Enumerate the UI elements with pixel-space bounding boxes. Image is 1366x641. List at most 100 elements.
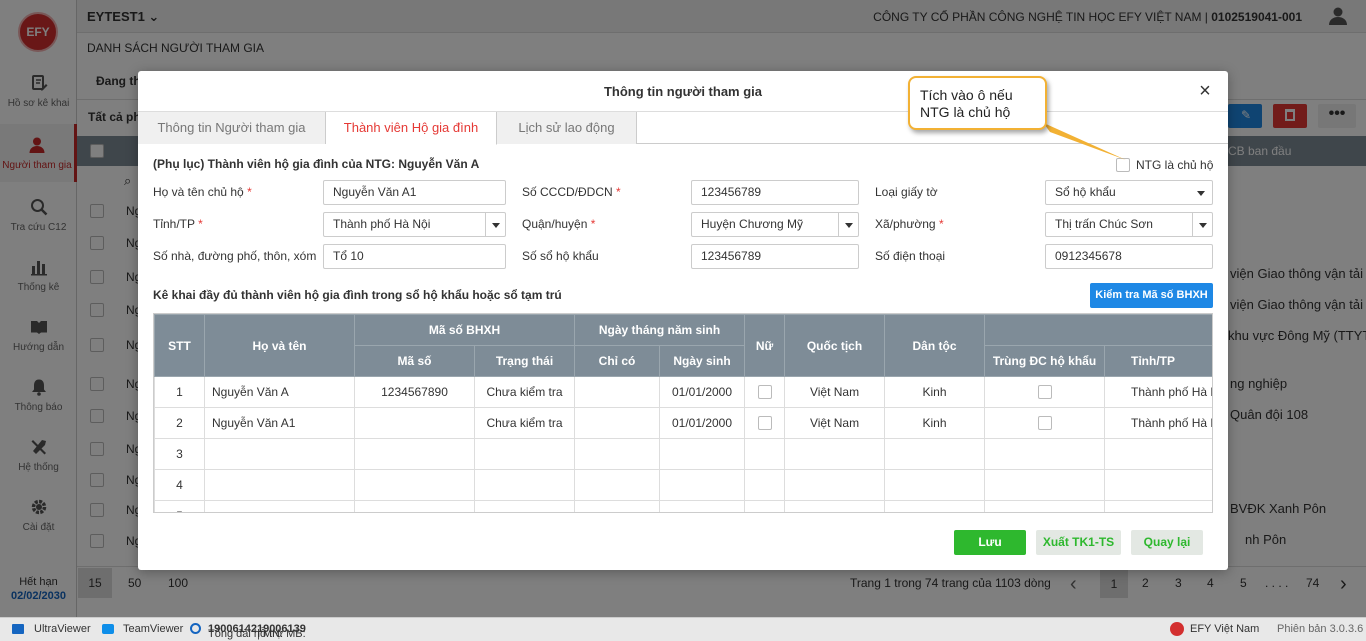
cell-quoc-tich[interactable] [784, 500, 886, 512]
cell-nu [744, 376, 786, 408]
teamviewer-icon [102, 624, 114, 634]
cell-chi-co[interactable] [574, 469, 660, 501]
export-tk1-button[interactable]: Xuất TK1-TS [1036, 530, 1121, 555]
cell-tinh-tp[interactable] [1104, 500, 1212, 512]
cell-trung-dc[interactable] [984, 500, 1106, 512]
cell-ho-ten[interactable]: Nguyễn Văn A1 [204, 407, 355, 439]
cell-dan-toc[interactable]: Kinh [884, 407, 986, 439]
table-row[interactable]: 1 Nguyễn Văn A 1234567890 Chưa kiểm tra … [154, 376, 1212, 408]
chevron-down-icon [1192, 213, 1212, 236]
cell-ma-so[interactable] [354, 438, 475, 470]
cccd-input[interactable]: 123456789 [691, 180, 859, 205]
hotline: Tổng đài hỗ trợ MB: 19006142 | MN: 19006… [208, 623, 306, 640]
cell-stt: 2 [154, 407, 205, 439]
table-row[interactable]: 3 [154, 438, 1212, 470]
label-text: Quận/huyện [522, 217, 588, 231]
back-button[interactable]: Quay lại [1131, 530, 1203, 555]
tab-lich-su-lao-dong[interactable]: Lịch sử lao động [497, 112, 637, 144]
cell-trang-thai [474, 469, 575, 501]
cell-nu[interactable] [744, 438, 786, 470]
cell-ma-so[interactable]: 1234567890 [354, 376, 475, 408]
ho-ten-input[interactable]: Nguyễn Văn A1 [323, 180, 506, 205]
trung-dc-checkbox[interactable] [1037, 385, 1052, 400]
table-row[interactable]: 5 [154, 500, 1212, 512]
ultraviewer-icon [12, 624, 24, 634]
cell-dan-toc[interactable] [884, 469, 986, 501]
loai-giay-label: Loại giấy tờ [875, 185, 938, 199]
cell-chi-co[interactable] [574, 438, 660, 470]
table-row[interactable]: 2 Nguyễn Văn A1 Chưa kiểm tra 01/01/2000… [154, 407, 1212, 439]
tab-thong-tin-ntg[interactable]: Thông tin Người tham gia [138, 112, 326, 144]
cell-chi-co[interactable] [574, 407, 660, 439]
cell-ho-ten[interactable] [204, 438, 355, 470]
cell-tinh-tp[interactable] [1104, 469, 1212, 501]
cell-dan-toc[interactable] [884, 438, 986, 470]
cell-tinh-tp[interactable]: Thành phố Hà Nội [1104, 407, 1212, 439]
cell-ma-so[interactable] [354, 500, 475, 512]
cell-tinh-tp[interactable]: Thành phố Hà Nội [1104, 376, 1212, 408]
tinh-select[interactable]: Thành phố Hà Nội [323, 212, 506, 237]
required-mark: * [198, 217, 203, 231]
cell-quoc-tich[interactable] [784, 469, 886, 501]
cell-ngay-sinh[interactable] [658, 469, 746, 501]
cell-ngay-sinh[interactable]: 01/01/2000 [658, 407, 746, 439]
cell-chi-co[interactable] [574, 376, 660, 408]
cell-ho-ten[interactable] [204, 500, 355, 512]
cell-trung-dc[interactable] [984, 438, 1106, 470]
th-nu: Nữ [744, 314, 786, 377]
sdt-label: Số điện thoại [875, 249, 946, 263]
cell-ma-so[interactable] [354, 407, 475, 439]
cell-ho-ten[interactable]: Nguyễn Văn A [204, 376, 355, 408]
nu-checkbox[interactable] [757, 416, 772, 431]
cell-chi-co[interactable] [574, 500, 660, 512]
table-row[interactable]: 4 [154, 469, 1212, 501]
cell-trung-dc[interactable] [984, 469, 1106, 501]
cell-nu[interactable] [744, 469, 786, 501]
cell-trang-thai [474, 500, 575, 512]
save-button[interactable]: Lưu [954, 530, 1026, 555]
trung-dc-checkbox[interactable] [1037, 416, 1052, 431]
th-trang-thai: Trạng thái [474, 345, 575, 377]
cell-ho-ten[interactable] [204, 469, 355, 501]
cell-stt: 5 [154, 500, 205, 512]
xa-label: Xã/phường * [875, 217, 944, 231]
tab-thanh-vien-hgd[interactable]: Thành viên Hộ gia đình [326, 112, 497, 145]
ultraviewer-link[interactable]: UltraViewer [34, 623, 91, 635]
cell-trung-dc [984, 407, 1106, 439]
cell-quoc-tich[interactable]: Việt Nam [784, 376, 886, 408]
so-nha-label: Số nhà, đường phố, thôn, xóm [153, 249, 317, 263]
cell-dan-toc[interactable] [884, 500, 986, 512]
status-bar: UltraViewer TeamViewer Tổng đài hỗ trợ M… [0, 617, 1366, 641]
select-value: Sổ hộ khẩu [1055, 185, 1116, 199]
cell-ngay-sinh[interactable] [658, 500, 746, 512]
so-ho-khau-input[interactable]: 123456789 [691, 244, 859, 269]
teamviewer-link[interactable]: TeamViewer [123, 623, 183, 635]
cell-quoc-tich[interactable]: Việt Nam [784, 407, 886, 439]
tooltip-arrow [1040, 118, 1126, 160]
nu-checkbox[interactable] [757, 385, 772, 400]
cell-nu [744, 407, 786, 439]
check-bhxh-button[interactable]: Kiểm tra Mã số BHXH [1090, 283, 1213, 308]
cell-ma-so[interactable] [354, 469, 475, 501]
loai-giay-select[interactable]: Sổ hộ khẩu [1045, 180, 1213, 205]
required-mark: * [247, 185, 252, 199]
phone-icon [190, 623, 201, 634]
xa-select[interactable]: Thị trấn Chúc Sơn [1045, 212, 1213, 237]
so-ho-khau-label: Số sổ hộ khẩu [522, 249, 599, 263]
household-table: STT Họ và tên Mã số BHXH Ngày tháng năm … [153, 313, 1213, 513]
cell-quoc-tich[interactable] [784, 438, 886, 470]
cell-dan-toc[interactable]: Kinh [884, 376, 986, 408]
cell-tinh-tp[interactable] [1104, 438, 1212, 470]
so-nha-input[interactable]: Tổ 10 [323, 244, 506, 269]
cell-ngay-sinh[interactable] [658, 438, 746, 470]
table-title: Kê khai đầy đủ thành viên hộ gia đình tr… [153, 288, 562, 302]
th-trung-dc: Trùng ĐC hộ khẩu [984, 345, 1106, 377]
quan-label: Quận/huyện * [522, 217, 595, 231]
cell-ngay-sinh[interactable]: 01/01/2000 [658, 376, 746, 408]
cell-nu[interactable] [744, 500, 786, 512]
quan-select[interactable]: Huyện Chương Mỹ [691, 212, 859, 237]
close-icon[interactable]: × [1196, 81, 1214, 101]
th-ma-so-bhxh: Mã số BHXH [354, 314, 575, 346]
sdt-input[interactable]: 0912345678 [1045, 244, 1213, 269]
label-text: Xã/phường [875, 217, 936, 231]
